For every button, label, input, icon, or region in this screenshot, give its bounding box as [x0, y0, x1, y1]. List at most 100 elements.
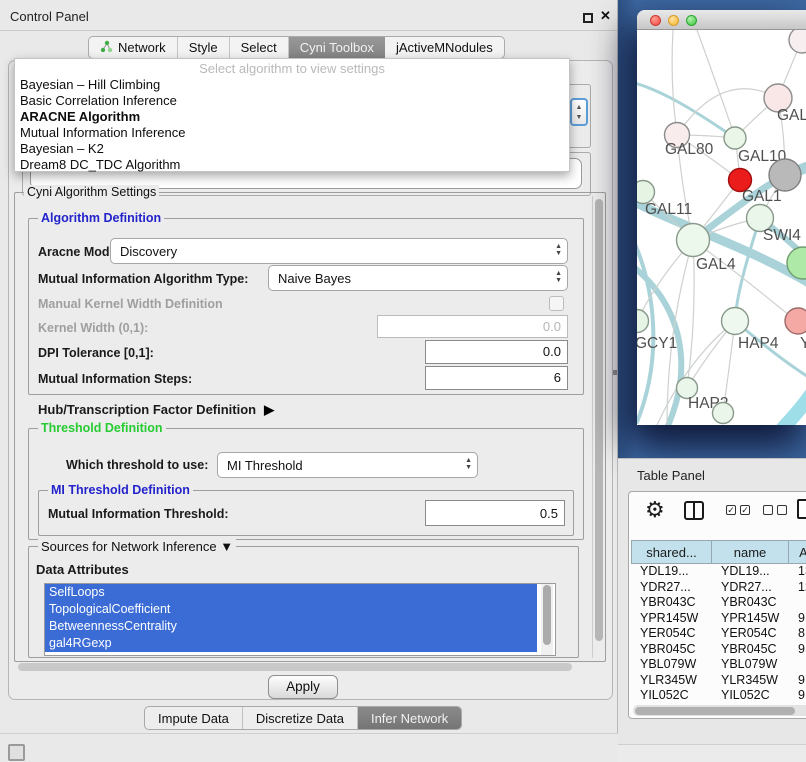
checked-checkbox-icon[interactable]: ✓	[740, 505, 750, 515]
scrollbar-thumb[interactable]	[543, 585, 551, 645]
hub-definition-toggle[interactable]: Hub/Transcription Factor Definition▶	[38, 402, 274, 418]
dropdown-item[interactable]: ARACNE Algorithm	[15, 109, 569, 125]
table-row[interactable]: YLR345WYLR345W9.	[631, 673, 806, 689]
tab-network[interactable]: Network	[89, 37, 178, 58]
network-node[interactable]	[677, 224, 710, 257]
manual-kernel-width-checkbox[interactable]	[549, 296, 564, 311]
table-row[interactable]: YBR043CYBR043C	[631, 595, 806, 611]
sources-toggle[interactable]: Sources for Network Inference ▼	[38, 539, 236, 554]
table-row[interactable]: YIL052CYIL052C9	[631, 688, 806, 701]
table-row[interactable]: YDL19...YDL19...13	[631, 564, 806, 580]
table-row[interactable]: YDR27...YDR27...12	[631, 580, 806, 596]
column-header[interactable]: A	[789, 540, 806, 564]
column-header[interactable]: shared...	[631, 540, 712, 564]
scrollbar-thumb[interactable]	[595, 199, 603, 641]
mi-algorithm-type-combo[interactable]: Naive Bayes ▲▼	[268, 265, 568, 291]
minimize-traffic-light-icon[interactable]	[668, 15, 679, 26]
node-label: Y	[800, 335, 806, 352]
mi-threshold-label: Mutual Information Threshold:	[48, 507, 229, 521]
splitter-handle[interactable]	[613, 370, 617, 375]
table-row[interactable]: YPR145WYPR145W9.	[631, 611, 806, 627]
network-edge[interactable]	[735, 218, 760, 320]
data-attributes-list[interactable]: SelfLoopsTopologicalCoefficientBetweenne…	[44, 583, 556, 656]
minimized-panel-icon[interactable]	[8, 744, 25, 761]
node-label: GAL11	[645, 201, 692, 218]
node-label: GAL80	[665, 141, 714, 158]
kernel-width-input[interactable]: 0.0	[377, 315, 568, 338]
tab-jactivemnodules[interactable]: jActiveMNodules	[385, 37, 504, 58]
network-node[interactable]	[785, 308, 806, 334]
network-edge[interactable]	[687, 240, 694, 388]
scrollbar-thumb[interactable]	[635, 707, 795, 715]
table-row[interactable]: YER054CYER054C8.	[631, 626, 806, 642]
table-cell: 9.	[789, 642, 806, 658]
aracne-mode-combo[interactable]: Discovery ▲▼	[110, 238, 568, 264]
table-row[interactable]: YBR045CYBR045C9.	[631, 642, 806, 658]
mi-steps-input[interactable]: 6	[425, 366, 568, 390]
attributes-scrollbar[interactable]	[541, 584, 553, 655]
node-table: shared... name A YDL19...YDL19...13YDR27…	[631, 540, 806, 701]
checked-checkbox-icon[interactable]: ✓	[726, 505, 736, 515]
network-node[interactable]	[724, 127, 746, 149]
table-panel-title: Table Panel	[637, 468, 705, 483]
unchecked-checkbox-icon[interactable]	[763, 505, 773, 515]
table-cell: YIL052C	[712, 688, 789, 701]
column-header[interactable]: name	[712, 540, 789, 564]
network-view-window[interactable]: GALGAL80GAL10GAL1GAL11SWI4GAL4GCY1HAP4YH…	[637, 10, 806, 425]
table-horizontal-scrollbar[interactable]	[633, 705, 806, 716]
tab-infer-network[interactable]: Infer Network	[358, 707, 461, 729]
close-icon[interactable]: ✕	[600, 8, 611, 24]
tab-cyni-toolbox[interactable]: Cyni Toolbox	[289, 37, 385, 58]
cyni-bottom-tabbar: Impute Data Discretize Data Infer Networ…	[144, 706, 462, 730]
network-window-titlebar[interactable]	[637, 10, 806, 30]
attribute-list-item[interactable]: SelfLoops	[45, 584, 537, 601]
mi-threshold-input[interactable]: 0.5	[425, 500, 565, 526]
table-header-row: shared... name A	[631, 540, 806, 564]
algorithm-combo-stepper[interactable]: ▲▼	[570, 98, 588, 126]
table-cell: YBR043C	[631, 595, 712, 611]
attribute-list-item[interactable]: TopologicalCoefficient	[45, 601, 537, 618]
document-icon[interactable]	[797, 499, 806, 519]
network-node[interactable]	[789, 30, 806, 53]
table-cell	[789, 595, 806, 611]
gear-icon[interactable]: ⚙	[645, 497, 665, 523]
tab-discretize-data[interactable]: Discretize Data	[243, 707, 358, 729]
network-canvas[interactable]: GALGAL80GAL10GAL1GAL11SWI4GAL4GCY1HAP4YH…	[637, 30, 806, 425]
table-cell: 9.	[789, 673, 806, 689]
network-node[interactable]	[713, 403, 734, 424]
tab-style[interactable]: Style	[178, 37, 230, 58]
dropdown-prompt: Select algorithm to view settings	[15, 59, 569, 77]
table-row[interactable]: YBL079WYBL079W	[631, 657, 806, 673]
dpi-tolerance-input[interactable]: 0.0	[425, 340, 568, 364]
dropdown-item[interactable]: Basic Correlation Inference	[15, 93, 569, 109]
tab-select[interactable]: Select	[230, 37, 289, 58]
dropdown-item[interactable]: Bayesian – K2	[15, 141, 569, 157]
network-edge[interactable]	[697, 30, 735, 137]
network-edge[interactable]	[672, 30, 677, 134]
tab-impute-data[interactable]: Impute Data	[145, 707, 243, 729]
network-node[interactable]	[769, 159, 801, 191]
unchecked-checkbox-icon[interactable]	[777, 505, 787, 515]
table-cell: YDL19...	[712, 564, 789, 580]
dropdown-item[interactable]: Mutual Information Inference	[15, 125, 569, 141]
float-window-icon[interactable]	[583, 13, 593, 23]
data-attributes-label: Data Attributes	[36, 562, 129, 577]
dropdown-item[interactable]: Dream8 DC_TDC Algorithm	[15, 157, 569, 173]
dropdown-item[interactable]: Bayesian – Hill Climbing	[15, 77, 569, 93]
network-icon	[100, 40, 113, 56]
settings-horizontal-scrollbar[interactable]	[16, 662, 588, 672]
table-cell: 9	[789, 688, 806, 701]
network-node[interactable]	[637, 310, 649, 333]
columns-icon[interactable]	[684, 501, 704, 520]
network-node[interactable]	[722, 308, 749, 335]
combo-stepper-icon: ▲▼	[555, 239, 562, 263]
settings-vertical-scrollbar[interactable]	[592, 196, 604, 658]
zoom-traffic-light-icon[interactable]	[686, 15, 697, 26]
close-traffic-light-icon[interactable]	[650, 15, 661, 26]
network-edge[interactable]	[783, 386, 806, 425]
attribute-list-item[interactable]: BetweennessCentrality	[45, 618, 537, 635]
which-threshold-combo[interactable]: MI Threshold ▲▼	[217, 452, 478, 478]
scrollbar-thumb[interactable]	[18, 663, 572, 671]
attribute-list-item[interactable]: gal4RGexp	[45, 635, 537, 652]
apply-button[interactable]: Apply	[268, 675, 338, 699]
